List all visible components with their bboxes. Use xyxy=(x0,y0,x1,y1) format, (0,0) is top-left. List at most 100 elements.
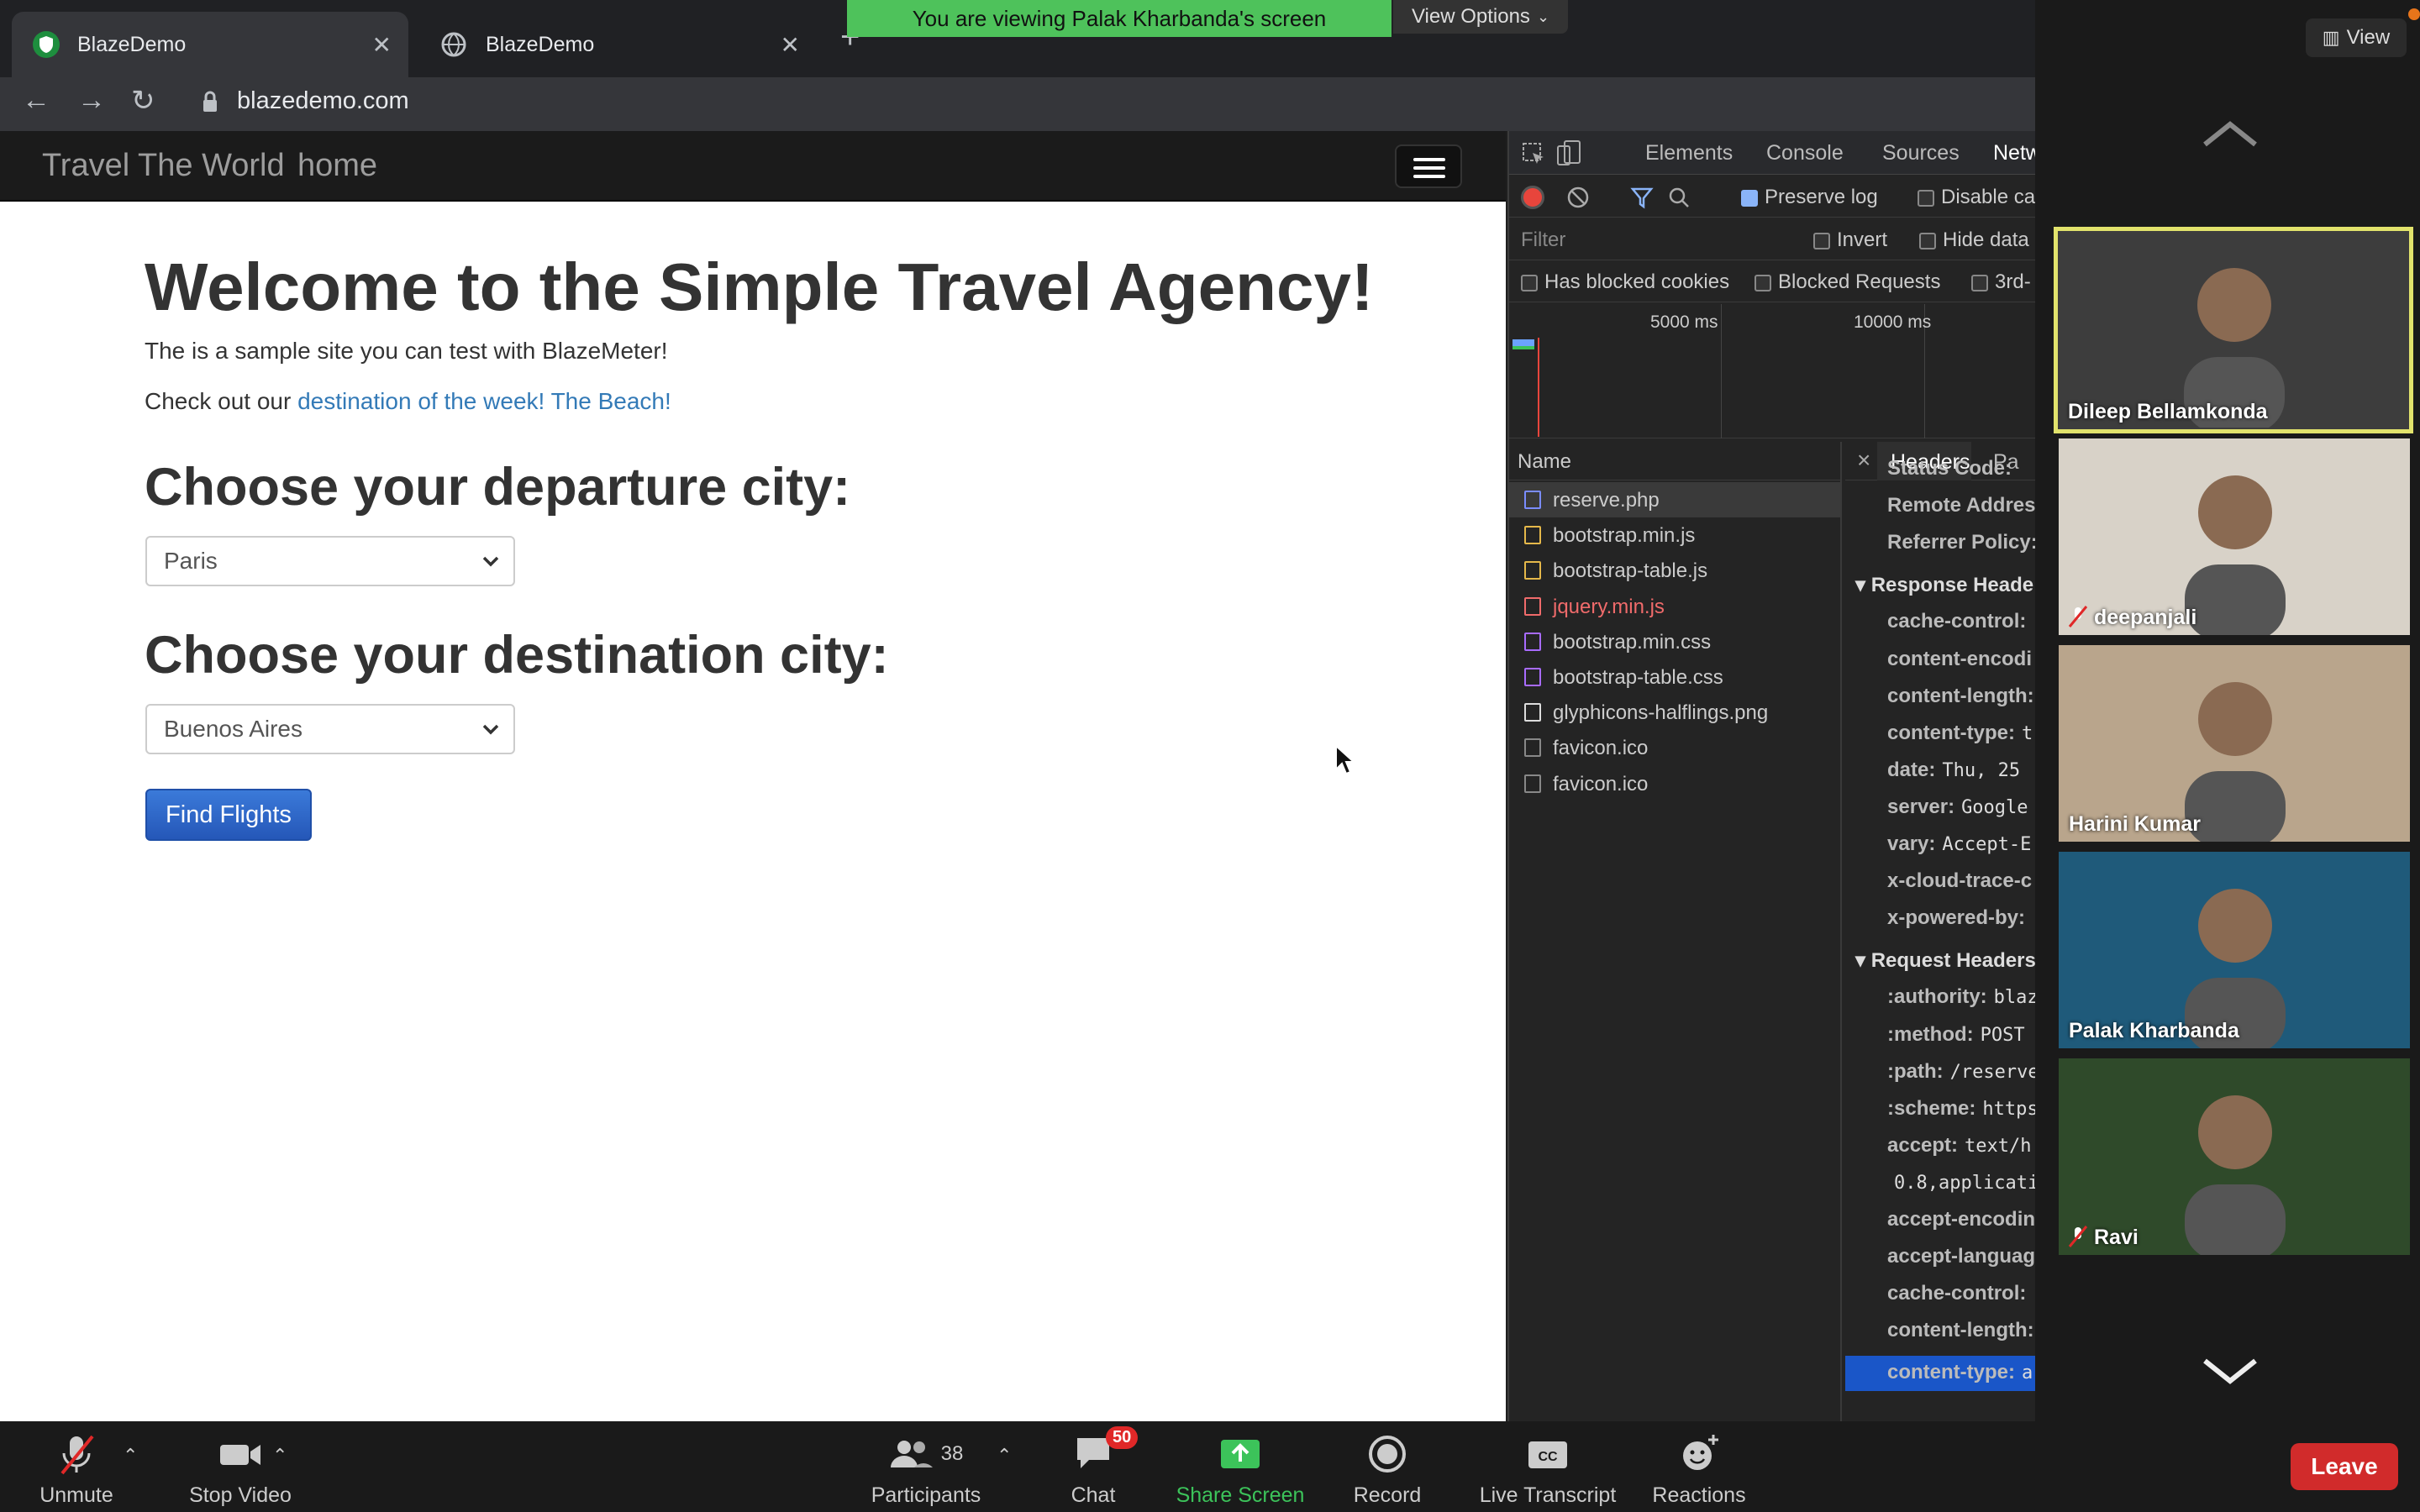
hamburger-menu-icon[interactable] xyxy=(1395,144,1462,188)
emoji-icon xyxy=(1683,1435,1718,1470)
participant-video-tile[interactable]: Harini Kumar xyxy=(2059,645,2410,842)
header-key: vary: xyxy=(1887,832,1936,855)
participants-options-chevron-icon[interactable]: ⌃ xyxy=(997,1445,1012,1467)
tab-close-icon[interactable]: ✕ xyxy=(372,31,392,59)
header-key: content-encodi xyxy=(1887,647,2032,670)
record-button[interactable]: Record xyxy=(1349,1431,1425,1508)
filter-input[interactable]: Filter xyxy=(1521,228,1565,252)
participant-video-tile[interactable]: Dileep Bellamkonda xyxy=(2054,227,2413,433)
header-section-toggle[interactable]: ▾ Response Heade xyxy=(1855,573,2033,597)
scroll-down-icon[interactable] xyxy=(2200,1354,2260,1392)
site-brand[interactable]: Travel The World xyxy=(42,148,285,184)
participant-video-tile[interactable]: Palak Kharbanda xyxy=(2059,852,2410,1048)
destination-week-link[interactable]: destination of the week! The Beach! xyxy=(297,388,671,414)
header-key: x-powered-by: xyxy=(1887,906,2026,930)
view-button[interactable]: ▥ View xyxy=(2306,18,2407,57)
header-value: 0.8,applicati xyxy=(1894,1172,2035,1194)
inspect-element-icon[interactable] xyxy=(1521,141,1546,171)
request-row[interactable]: favicon.ico xyxy=(1509,766,1842,801)
forward-icon[interactable]: → xyxy=(77,84,106,117)
blocked-cookies-checkbox[interactable]: Has blocked cookies xyxy=(1521,270,1729,294)
filter-icon[interactable] xyxy=(1630,186,1654,213)
timeline-bar xyxy=(1512,339,1534,346)
request-name: glyphicons-halflings.png xyxy=(1553,701,1769,725)
request-row[interactable]: bootstrap.min.css xyxy=(1509,624,1842,659)
video-camera-icon xyxy=(220,1445,260,1465)
destination-select[interactable]: Buenos Aires xyxy=(145,704,515,754)
browser-tab[interactable]: BlazeDemo ✕ xyxy=(420,12,817,77)
live-transcript-button[interactable]: CC Live Transcript xyxy=(1472,1431,1623,1508)
header-key: accept-encodin xyxy=(1887,1208,2035,1231)
find-flights-button[interactable]: Find Flights xyxy=(145,789,312,841)
request-row[interactable]: glyphicons-halflings.png xyxy=(1509,695,1842,730)
header-row: Referrer Policy: xyxy=(1887,531,2035,554)
meeting-toolbar: Unmute ⌃ Stop Video ⌃ 38 Participants ⌃ … xyxy=(0,1421,2420,1512)
close-icon[interactable]: × xyxy=(1857,447,1870,474)
request-row[interactable]: jquery.min.js xyxy=(1509,589,1842,624)
view-options-button[interactable]: View Options ⌄ xyxy=(1393,0,1568,34)
header-row: :path:/reserve xyxy=(1887,1060,2035,1084)
devtools-tab-elements[interactable]: Elements xyxy=(1645,141,1733,165)
request-row[interactable]: bootstrap-table.js xyxy=(1509,553,1842,588)
request-row[interactable]: bootstrap-table.css xyxy=(1509,659,1842,695)
search-icon[interactable] xyxy=(1667,186,1691,213)
request-name: jquery.min.js xyxy=(1553,595,1665,618)
hide-data-checkbox[interactable]: Hide data xyxy=(1919,228,2029,252)
header-key: date: xyxy=(1887,758,1936,781)
disclosure-triangle-icon: ▾ xyxy=(1855,949,1871,973)
participant-video-feed xyxy=(2184,268,2285,428)
file-type-icon xyxy=(1524,491,1541,509)
disable-cache-checkbox[interactable]: Disable ca xyxy=(1918,186,2035,209)
unmute-button[interactable]: Unmute xyxy=(39,1431,114,1508)
network-timeline: 5000 ms 10000 ms xyxy=(1509,304,2035,438)
video-options-chevron-icon[interactable]: ⌃ xyxy=(272,1445,287,1467)
participant-video-tile[interactable]: Ravi xyxy=(2059,1058,2410,1255)
participant-name: Palak Kharbanda xyxy=(2069,1019,2239,1042)
leave-button[interactable]: Leave xyxy=(2291,1443,2398,1490)
header-section-toggle[interactable]: ▾ Request Headers xyxy=(1855,948,2035,973)
chat-button[interactable]: 50 Chat xyxy=(1064,1426,1139,1508)
header-key: server: xyxy=(1887,795,1955,818)
preserve-log-checkbox[interactable]: Preserve log xyxy=(1741,186,1878,209)
blocked-requests-checkbox[interactable]: Blocked Requests xyxy=(1754,270,1940,294)
intro-text: The is a sample site you can test with B… xyxy=(145,338,668,364)
view-label: View xyxy=(2346,26,2391,49)
share-screen-button[interactable]: Share Screen xyxy=(1173,1431,1307,1508)
participant-video-tile[interactable]: deepanjali xyxy=(2059,438,2410,635)
muted-mic-icon xyxy=(60,1435,94,1475)
tab-close-icon[interactable]: ✕ xyxy=(781,31,800,59)
destination-week-text: Check out our destination of the week! T… xyxy=(145,388,671,415)
record-network-icon[interactable] xyxy=(1521,186,1544,209)
stop-video-button[interactable]: Stop Video xyxy=(173,1431,308,1508)
invert-checkbox[interactable]: Invert xyxy=(1813,228,1887,252)
blocked-cookies-label: Has blocked cookies xyxy=(1544,270,1730,293)
devtools-tab-console[interactable]: Console xyxy=(1766,141,1844,165)
url-field[interactable]: blazedemo.com xyxy=(237,87,409,115)
scroll-up-icon[interactable] xyxy=(2200,118,2260,155)
request-row[interactable]: favicon.ico xyxy=(1509,730,1842,765)
participants-button[interactable]: 38 Participants xyxy=(867,1431,985,1508)
home-link[interactable]: home xyxy=(297,148,377,184)
devtools-tab-network[interactable]: Netw xyxy=(1993,141,2035,165)
header-key: :path: xyxy=(1887,1059,1944,1083)
request-list-header[interactable]: Name xyxy=(1509,442,1842,480)
third-party-checkbox[interactable]: 3rd- xyxy=(1971,270,2031,294)
device-toolbar-icon[interactable] xyxy=(1556,139,1581,171)
header-value: Thu, 25 xyxy=(1942,759,2021,781)
chevron-down-icon xyxy=(480,717,502,747)
header-row: cache-control: xyxy=(1887,1282,2033,1305)
request-row[interactable]: bootstrap.min.js xyxy=(1509,517,1842,553)
reload-icon[interactable]: ↻ xyxy=(131,84,155,118)
back-icon[interactable]: ← xyxy=(22,84,50,117)
header-row: content-type: t xyxy=(1887,722,2033,745)
lock-icon[interactable] xyxy=(202,91,218,117)
file-type-icon xyxy=(1524,738,1541,758)
audio-options-chevron-icon[interactable]: ⌃ xyxy=(123,1445,138,1467)
hide-data-label: Hide data xyxy=(1943,228,2029,251)
reactions-button[interactable]: Reactions xyxy=(1649,1431,1749,1508)
request-row[interactable]: reserve.php xyxy=(1509,482,1842,517)
clear-icon[interactable] xyxy=(1566,186,1590,213)
browser-tab-active[interactable]: BlazeDemo ✕ xyxy=(12,12,408,77)
departure-select[interactable]: Paris xyxy=(145,536,515,586)
devtools-tab-sources[interactable]: Sources xyxy=(1882,141,1960,165)
